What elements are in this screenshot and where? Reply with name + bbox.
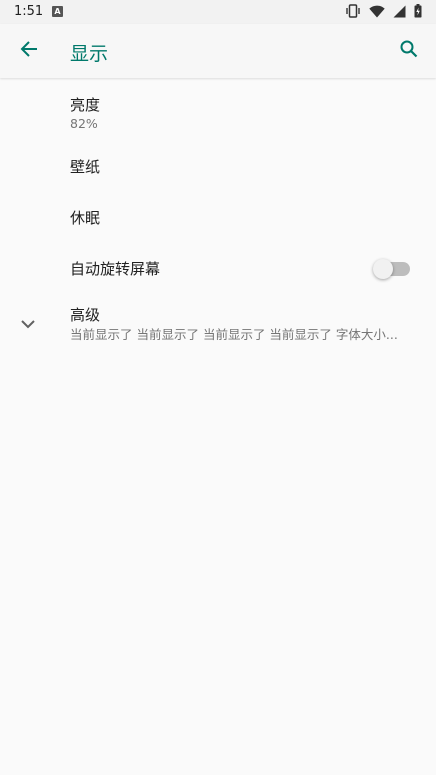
toggle-thumb [373, 259, 393, 279]
vibrate-icon [345, 4, 361, 18]
wifi-icon [369, 5, 385, 18]
app-bar: 显示 [0, 24, 436, 78]
setting-title: 壁纸 [70, 158, 101, 176]
screen: 1:51 A 显示 亮度 82% 壁纸 休眠 自动旋转屏幕 高级 当前显示了 当… [0, 0, 436, 775]
signal-icon [393, 5, 406, 18]
back-button[interactable] [12, 34, 46, 68]
setting-wallpaper[interactable]: 壁纸 [0, 141, 436, 192]
setting-summary: 82% [70, 116, 98, 131]
auto-rotate-toggle[interactable] [373, 259, 410, 279]
status-time: 1:51 [14, 4, 44, 19]
chevron-down-icon [18, 314, 38, 334]
settings-list: 亮度 82% 壁纸 休眠 自动旋转屏幕 高级 当前显示了 当前显示了 当前显示了… [0, 79, 436, 356]
setting-title: 高级 [70, 306, 101, 324]
status-bar: 1:51 A [0, 0, 436, 24]
setting-sleep[interactable]: 休眠 [0, 192, 436, 243]
setting-title: 亮度 [70, 96, 101, 114]
setting-advanced[interactable]: 高级 当前显示了 当前显示了 当前显示了 当前显示了 字体大小... [0, 294, 436, 356]
notification-badge: A [52, 6, 63, 17]
search-button[interactable] [392, 34, 426, 68]
setting-title: 休眠 [70, 209, 101, 227]
arrow-back-icon [19, 39, 39, 63]
setting-title: 自动旋转屏幕 [70, 260, 161, 278]
setting-summary: 当前显示了 当前显示了 当前显示了 当前显示了 字体大小... [70, 327, 398, 342]
setting-auto-rotate[interactable]: 自动旋转屏幕 [0, 243, 436, 294]
battery-icon [414, 4, 422, 18]
page-title: 显示 [70, 43, 109, 65]
status-icons [345, 4, 422, 18]
setting-brightness[interactable]: 亮度 82% [0, 79, 436, 141]
search-icon [399, 39, 419, 63]
